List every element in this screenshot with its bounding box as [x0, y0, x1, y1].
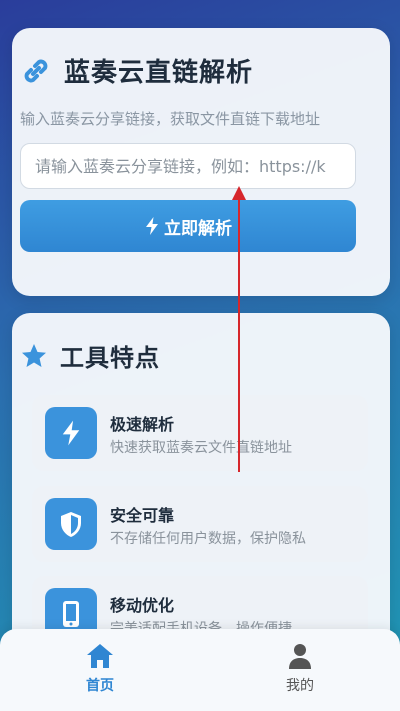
parse-button[interactable]: 立即解析 — [20, 200, 356, 252]
feature-item-secure: 安全可靠 不存储任何用户数据，保护隐私 — [32, 486, 368, 562]
bolt-icon — [146, 217, 158, 235]
share-link-input[interactable] — [20, 143, 356, 189]
link-icon — [24, 59, 48, 82]
parse-button-label: 立即解析 — [164, 218, 232, 239]
phone-icon — [63, 601, 79, 627]
feature-title: 移动优化 — [110, 596, 175, 615]
feature-icon-box — [45, 498, 97, 550]
feature-title: 安全可靠 — [110, 506, 175, 525]
feature-item-fast: 极速解析 快速获取蓝奏云文件直链地址 — [32, 395, 368, 471]
parse-header: 蓝奏云直链解析 — [20, 52, 253, 89]
features-header: 工具特点 — [20, 338, 160, 373]
bottom-nav: 首页 我的 — [0, 629, 400, 711]
nav-label-me: 我的 — [286, 678, 314, 694]
page-title: 蓝奏云直链解析 — [64, 58, 254, 88]
feature-desc: 不存储任何用户数据，保护隐私 — [110, 531, 306, 547]
nav-item-me[interactable]: 我的 — [260, 643, 340, 695]
home-icon — [87, 644, 113, 668]
nav-item-home[interactable]: 首页 — [60, 643, 140, 695]
star-icon — [22, 343, 46, 367]
shield-icon — [61, 512, 81, 537]
parse-subtitle: 输入蓝奏云分享链接，获取文件直链下载地址 — [20, 110, 321, 128]
feature-title: 极速解析 — [110, 415, 175, 434]
features-title: 工具特点 — [60, 344, 160, 372]
nav-label-home: 首页 — [86, 678, 114, 694]
feature-icon-box — [45, 407, 97, 459]
user-icon — [289, 644, 311, 669]
bolt-icon — [62, 420, 80, 446]
feature-desc: 快速获取蓝奏云文件直链地址 — [110, 440, 292, 456]
